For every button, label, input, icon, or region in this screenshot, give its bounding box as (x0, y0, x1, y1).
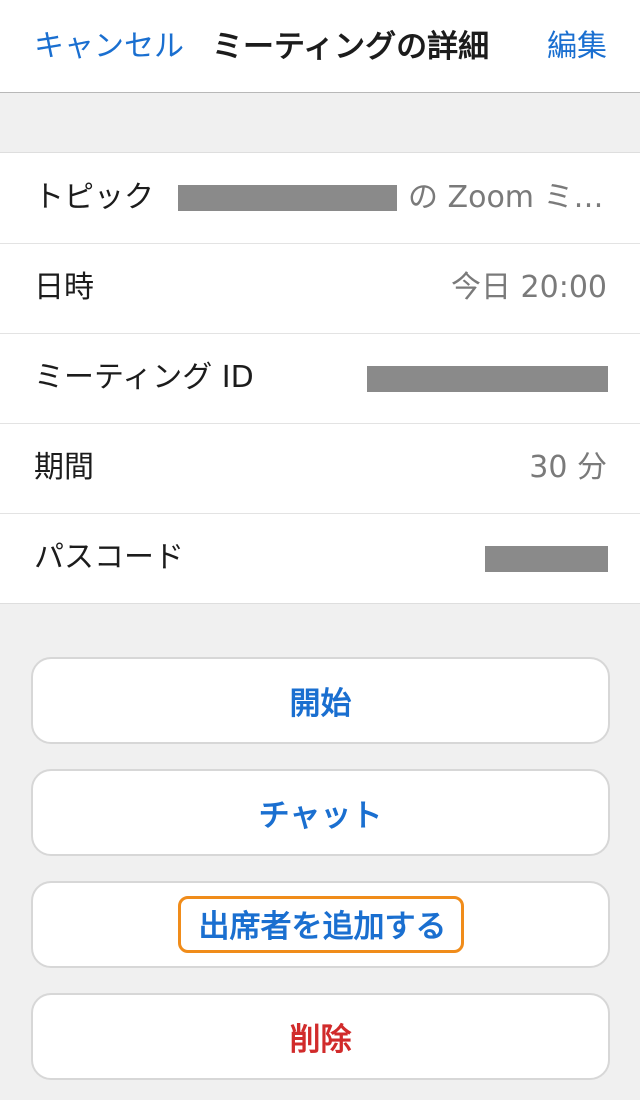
meeting-id-redaction (367, 366, 608, 392)
add-attendees-button[interactable]: 出席者を追加する (31, 881, 610, 968)
topic-redaction (178, 185, 397, 211)
detail-row-duration: 期間 30 分 (0, 423, 640, 513)
delete-button-label: 削除 (289, 1022, 352, 1058)
duration-label: 期間 (34, 450, 94, 485)
detail-row-topic: トピック の Zoom ミ… (0, 153, 640, 243)
duration-value: 30 分 (529, 450, 607, 485)
topic-value: の Zoom ミ… (408, 180, 604, 215)
passcode-redaction (485, 546, 608, 572)
page-title: ミーティングの詳細 (212, 29, 490, 65)
passcode-label: パスコード (34, 540, 184, 575)
datetime-label: 日時 (34, 270, 94, 305)
start-button-label: 開始 (289, 686, 352, 722)
meeting-id-label: ミーティング ID (34, 360, 254, 395)
edit-button[interactable]: 編集 (547, 26, 607, 68)
detail-row-meeting-id: ミーティング ID (0, 333, 640, 423)
start-button[interactable]: 開始 (31, 657, 610, 744)
chat-button-label: チャット (258, 798, 383, 834)
delete-button[interactable]: 削除 (31, 993, 610, 1080)
add-attendees-label: 出席者を追加する (177, 896, 464, 953)
cancel-button[interactable]: キャンセル (34, 26, 184, 68)
navigation-bar: キャンセル ミーティングの詳細 編集 (0, 0, 640, 93)
chat-button[interactable]: チャット (31, 769, 610, 856)
topic-label: トピック (34, 180, 154, 215)
detail-row-passcode: パスコード (0, 513, 640, 603)
detail-row-datetime: 日時 今日 20:00 (0, 243, 640, 333)
datetime-value: 今日 20:00 (451, 270, 607, 305)
meeting-details-list: トピック の Zoom ミ… 日時 今日 20:00 ミーティング ID 期間 … (0, 152, 640, 604)
